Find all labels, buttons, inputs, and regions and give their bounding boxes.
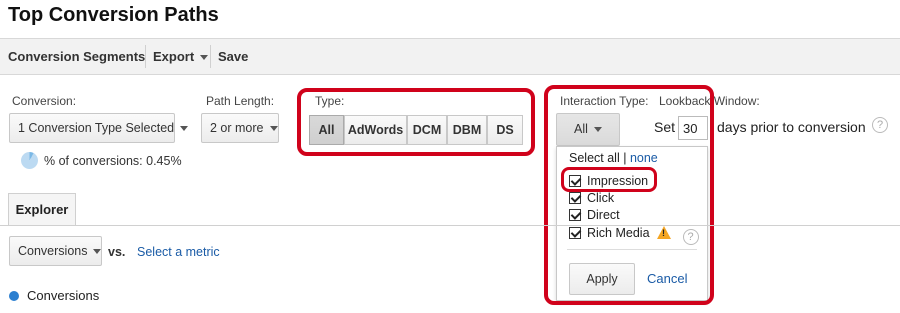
lookback-suffix: days prior to conversion bbox=[717, 119, 866, 135]
conversion-label: Conversion: bbox=[12, 94, 77, 108]
metric-dropdown[interactable]: Conversions bbox=[9, 236, 102, 266]
select-metric-link[interactable]: Select a metric bbox=[137, 245, 220, 259]
vs-label: vs. bbox=[108, 245, 126, 259]
toolbar-divider bbox=[210, 45, 211, 68]
chevron-down-icon bbox=[200, 55, 209, 61]
tab-divider bbox=[0, 225, 900, 226]
percent-of-conversions: % of conversions: 0.45% bbox=[44, 154, 182, 168]
toolbar-divider bbox=[145, 45, 146, 68]
chevron-down-icon bbox=[180, 126, 189, 132]
interaction-highlight-box bbox=[544, 85, 714, 305]
type-highlight-box bbox=[297, 88, 535, 156]
chevron-down-icon bbox=[269, 126, 278, 132]
save-button[interactable]: Save bbox=[218, 39, 248, 74]
legend-label: Conversions bbox=[27, 288, 100, 303]
export-label: Export bbox=[153, 49, 195, 64]
chevron-down-icon bbox=[93, 249, 102, 255]
path-length-label: Path Length: bbox=[206, 94, 275, 108]
pie-chart-icon bbox=[21, 152, 38, 169]
path-length-dropdown[interactable]: 2 or more bbox=[201, 113, 279, 143]
export-menu[interactable]: Export bbox=[153, 39, 209, 74]
toolbar: Conversion Segments Export Save bbox=[0, 38, 900, 75]
conversion-segments-button[interactable]: Conversion Segments bbox=[8, 39, 145, 74]
impression-highlight-box bbox=[561, 167, 657, 192]
page-title: Top Conversion Paths bbox=[8, 4, 219, 26]
conversion-dropdown[interactable]: 1 Conversion Type Selected bbox=[9, 113, 189, 143]
metric-dropdown-value: Conversions bbox=[18, 244, 88, 258]
conversion-dropdown-value: 1 Conversion Type Selected bbox=[18, 121, 175, 135]
legend-dot bbox=[9, 291, 19, 301]
tab-explorer[interactable]: Explorer bbox=[8, 193, 76, 226]
path-length-value: 2 or more bbox=[210, 121, 264, 135]
help-icon[interactable]: ? bbox=[872, 117, 888, 133]
